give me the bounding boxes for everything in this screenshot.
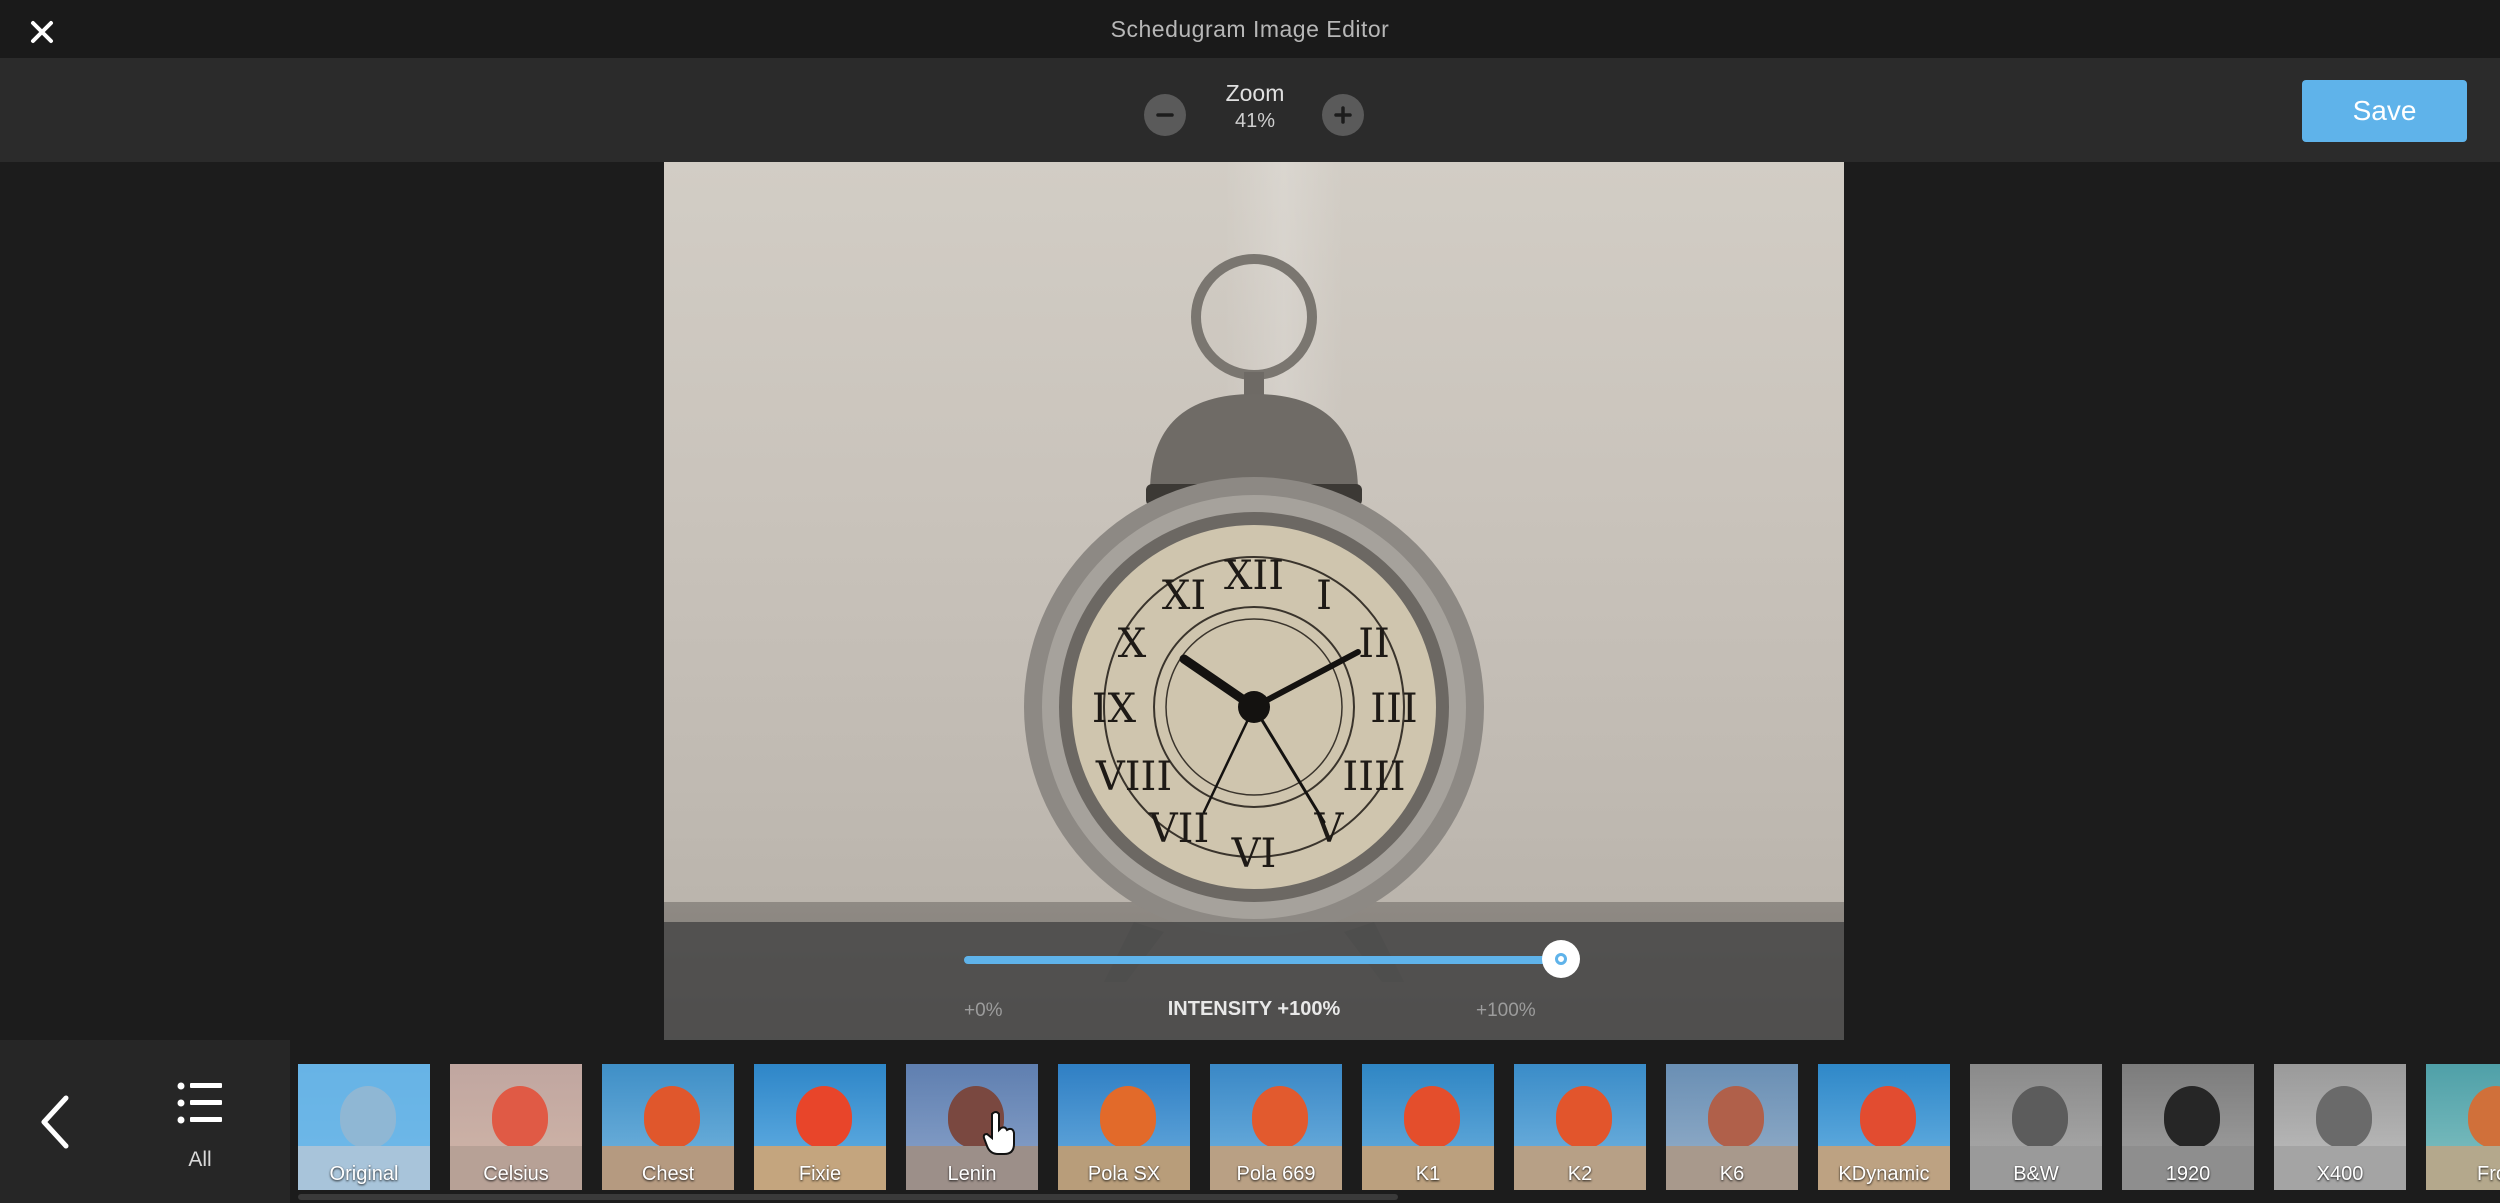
all-filters-label: All — [188, 1148, 212, 1171]
filter-pola-669[interactable]: Pola 669 — [1210, 1064, 1342, 1190]
balloon-image — [644, 1086, 700, 1148]
zoom-in-button[interactable] — [1322, 94, 1364, 136]
filter-label: Fro — [2477, 1163, 2500, 1185]
filter-kdynamic[interactable]: KDynamic — [1818, 1064, 1950, 1190]
filter-label: B&W — [2013, 1163, 2059, 1185]
intensity-max-label: +100% — [1476, 1000, 1536, 1021]
filter-label: KDynamic — [1838, 1163, 1930, 1185]
svg-text:IX: IX — [1092, 686, 1137, 732]
title-bar: Schedugram Image Editor — [0, 0, 2500, 58]
filter-fro[interactable]: Fro — [2426, 1064, 2500, 1190]
intensity-min-label: +0% — [964, 1000, 1003, 1021]
svg-text:VIII: VIII — [1095, 754, 1172, 800]
filter-label: Chest — [641, 1163, 695, 1185]
balloon-image — [492, 1086, 548, 1148]
filter-bw[interactable]: B&W — [1970, 1064, 2102, 1190]
filter-label: K1 — [1415, 1163, 1441, 1185]
filter-label: Lenin — [947, 1163, 997, 1185]
filter-k1[interactable]: K1 — [1362, 1064, 1494, 1190]
close-icon — [31, 21, 53, 43]
balloon-image — [1708, 1086, 1764, 1148]
close-button[interactable] — [22, 12, 62, 52]
filter-label: Original — [329, 1163, 399, 1185]
window-title: Schedugram Image Editor — [1110, 15, 1390, 42]
filter-label: K2 — [1567, 1163, 1593, 1185]
alarm-clock-image: XII I II III IIII V VI VII VIII IX X XI — [1024, 254, 1484, 982]
svg-text:IIII: IIII — [1342, 754, 1405, 800]
balloon-image — [2468, 1086, 2500, 1148]
filter-label: 1920 — [2165, 1163, 2211, 1185]
all-filters-button[interactable]: All — [110, 1040, 290, 1203]
zoom-control: Zoom 41% — [1140, 78, 1370, 144]
zoom-label: Zoom — [1225, 80, 1285, 106]
filter-strip: All Original Celsius Chest Fixie Lenin P… — [0, 1040, 2500, 1203]
filter-label: Celsius — [483, 1163, 549, 1185]
filter-fixie[interactable]: Fixie — [754, 1064, 886, 1190]
svg-text:II: II — [1358, 621, 1390, 667]
balloon-image — [2164, 1086, 2220, 1148]
balloon-image — [948, 1086, 1004, 1148]
filter-label: X400 — [2316, 1163, 2364, 1185]
back-button[interactable] — [0, 1040, 110, 1203]
svg-text:VI: VI — [1231, 831, 1277, 877]
balloon-image — [796, 1086, 852, 1148]
balloon-image — [2012, 1086, 2068, 1148]
filter-pola-sx[interactable]: Pola SX — [1058, 1064, 1190, 1190]
chevron-left-icon — [41, 1095, 69, 1148]
filter-label: Pola 669 — [1236, 1163, 1316, 1185]
balloon-image — [2316, 1086, 2372, 1148]
save-button[interactable]: Save — [2302, 80, 2467, 142]
svg-text:XI: XI — [1162, 573, 1206, 619]
svg-text:VII: VII — [1148, 806, 1210, 852]
plus-icon — [1334, 106, 1352, 124]
filter-original[interactable]: Original — [298, 1064, 430, 1190]
balloon-image — [340, 1086, 396, 1148]
slider-thumb-dot — [1555, 953, 1567, 965]
filter-scrollbar[interactable] — [298, 1194, 1398, 1200]
filter-k6[interactable]: K6 — [1666, 1064, 1798, 1190]
image-editor-app: Schedugram Image Editor Zoom 41% Save XI… — [0, 0, 2500, 1203]
balloon-image — [1556, 1086, 1612, 1148]
filter-celsius[interactable]: Celsius — [450, 1064, 582, 1190]
filter-label: Pola SX — [1087, 1163, 1161, 1185]
intensity-control: +0% INTENSITY +100% +100% — [664, 922, 1844, 1040]
zoom-readout: Zoom 41% — [1200, 78, 1310, 134]
svg-text:III: III — [1370, 686, 1417, 732]
filter-label: K6 — [1719, 1163, 1745, 1185]
filter-lenin[interactable]: Lenin — [906, 1064, 1038, 1190]
canvas-area: XII I II III IIII V VI VII VIII IX X XI — [0, 162, 2500, 1040]
svg-text:X: X — [1118, 621, 1147, 667]
filter-chest[interactable]: Chest — [602, 1064, 734, 1190]
intensity-slider-track[interactable] — [964, 956, 1558, 964]
balloon-image — [1100, 1086, 1156, 1148]
intensity-slider-thumb[interactable] — [1542, 940, 1580, 978]
list-icon — [177, 1082, 222, 1124]
svg-text:XII: XII — [1224, 553, 1284, 599]
photo-preview[interactable]: XII I II III IIII V VI VII VIII IX X XI — [664, 162, 1844, 1040]
filter-k2[interactable]: K2 — [1514, 1064, 1646, 1190]
filter-list: Original Celsius Chest Fixie Lenin Pola … — [298, 1064, 2500, 1190]
svg-text:I: I — [1316, 573, 1332, 619]
intensity-label: INTENSITY +100% — [1167, 998, 1341, 1020]
zoom-out-button[interactable] — [1144, 94, 1186, 136]
filter-x400[interactable]: X400 — [2274, 1064, 2406, 1190]
minus-icon — [1156, 113, 1174, 117]
balloon-image — [1404, 1086, 1460, 1148]
filter-label: Fixie — [798, 1163, 842, 1185]
toolbar: Zoom 41% — [0, 58, 2500, 162]
zoom-value: 41% — [1234, 110, 1276, 132]
balloon-image — [1252, 1086, 1308, 1148]
balloon-image — [1860, 1086, 1916, 1148]
filter-1920[interactable]: 1920 — [2122, 1064, 2254, 1190]
